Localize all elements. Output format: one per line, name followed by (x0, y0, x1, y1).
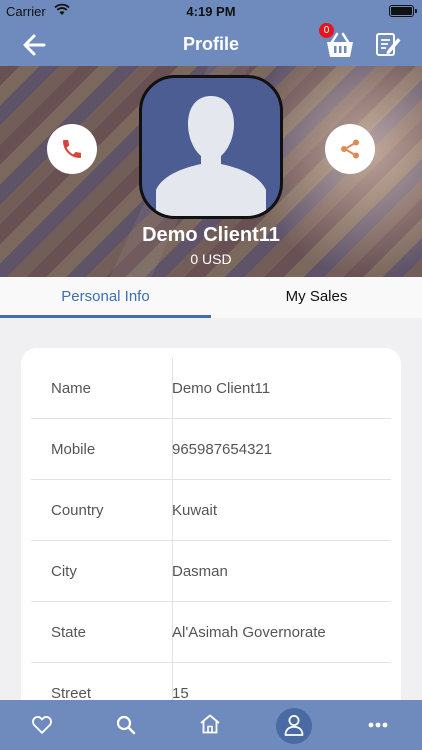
info-label: Name (51, 380, 92, 397)
home-icon (200, 714, 220, 734)
info-row-country: Country Kuwait (31, 480, 391, 541)
info-label: State (51, 624, 87, 641)
call-button[interactable] (47, 124, 97, 174)
info-value: Kuwait (172, 502, 218, 519)
info-row-state: State Al'Asimah Governorate (31, 602, 391, 663)
info-value: Demo Client11 (172, 380, 271, 397)
more-icon (368, 722, 388, 728)
tab-personal-info[interactable]: Personal Info (0, 277, 211, 318)
profile-header: Demo Client11 0 USD (0, 66, 422, 277)
profile-name: Demo Client11 (142, 224, 280, 246)
info-value: Al'Asimah Governorate (172, 624, 326, 641)
tab-more[interactable] (348, 700, 408, 750)
profile-tabs: Personal Info My Sales (0, 277, 422, 318)
cart-count-badge: 0 (319, 23, 334, 38)
navigation-bar: Profile 0 (0, 22, 422, 66)
info-value: 965987654321 (172, 441, 273, 458)
page-title: Profile (182, 34, 239, 54)
share-icon (341, 139, 359, 159)
tab-favorites[interactable] (12, 700, 72, 750)
heart-icon (32, 716, 52, 734)
info-label: City (51, 563, 77, 580)
status-time: 4:19 PM (186, 4, 236, 19)
tab-my-sales[interactable]: My Sales (211, 277, 422, 318)
profile-balance: 0 USD (190, 251, 232, 267)
phone-icon (63, 140, 81, 158)
avatar-placeholder-icon (156, 96, 266, 216)
info-value: Dasman (172, 563, 228, 580)
search-icon (116, 715, 136, 735)
info-row-mobile: Mobile 965987654321 (31, 419, 391, 480)
info-row-name: Name Demo Client11 (31, 358, 391, 419)
tab-profile[interactable] (264, 700, 324, 750)
profile-avatar (139, 75, 283, 219)
tab-home[interactable] (180, 700, 240, 750)
share-button[interactable] (325, 124, 375, 174)
battery-icon (389, 5, 417, 17)
bottom-tab-bar (0, 700, 422, 750)
info-row-city: City Dasman (31, 541, 391, 602)
personal-info-card: Name Demo Client11 Mobile 965987654321 C… (21, 348, 401, 748)
user-icon (284, 715, 304, 736)
tab-search[interactable] (96, 700, 156, 750)
info-label: Country (51, 502, 104, 519)
edit-note-icon[interactable] (374, 30, 402, 58)
info-label: Mobile (51, 441, 96, 458)
status-bar: Carrier 4:19 PM (0, 0, 422, 22)
